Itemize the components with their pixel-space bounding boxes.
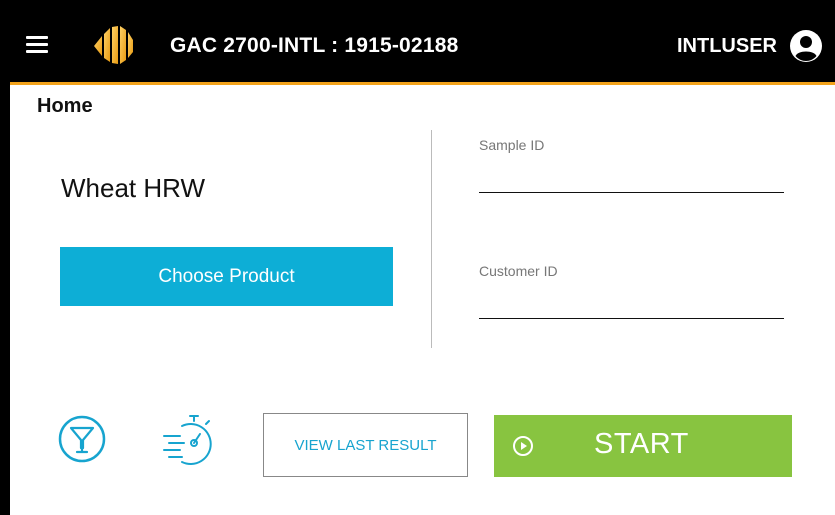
stopwatch-icon[interactable] — [160, 412, 216, 468]
top-bar: GAC 2700-INTL : 1915-02188 INTLUSER — [10, 10, 835, 85]
vertical-divider — [431, 130, 432, 348]
sample-id-input[interactable] — [479, 163, 784, 193]
home-content: Home Wheat HRW Choose Product Sample ID … — [10, 85, 835, 515]
customer-id-label: Customer ID — [479, 263, 558, 279]
app-window: GAC 2700-INTL : 1915-02188 INTLUSER Home… — [0, 0, 835, 515]
page-title: Home — [37, 95, 93, 117]
user-account-icon[interactable] — [789, 29, 823, 63]
sample-id-label: Sample ID — [479, 137, 545, 153]
view-last-result-button[interactable]: VIEW LAST RESULT — [263, 413, 468, 477]
user-name[interactable]: INTLUSER — [677, 32, 777, 60]
menu-icon[interactable] — [26, 34, 48, 54]
play-circle-icon — [513, 436, 533, 456]
customer-id-input[interactable] — [479, 289, 784, 319]
brand-logo-icon — [94, 26, 133, 64]
start-button[interactable]: START — [494, 415, 792, 477]
customer-id-field: Customer ID — [479, 263, 784, 319]
choose-product-button[interactable]: Choose Product — [60, 247, 393, 306]
filter-icon[interactable] — [57, 414, 107, 464]
sample-id-field: Sample ID — [479, 137, 784, 193]
device-title: GAC 2700-INTL : 1915-02188 — [170, 34, 459, 57]
product-name: Wheat HRW — [61, 173, 205, 203]
start-button-label: START — [594, 428, 689, 460]
